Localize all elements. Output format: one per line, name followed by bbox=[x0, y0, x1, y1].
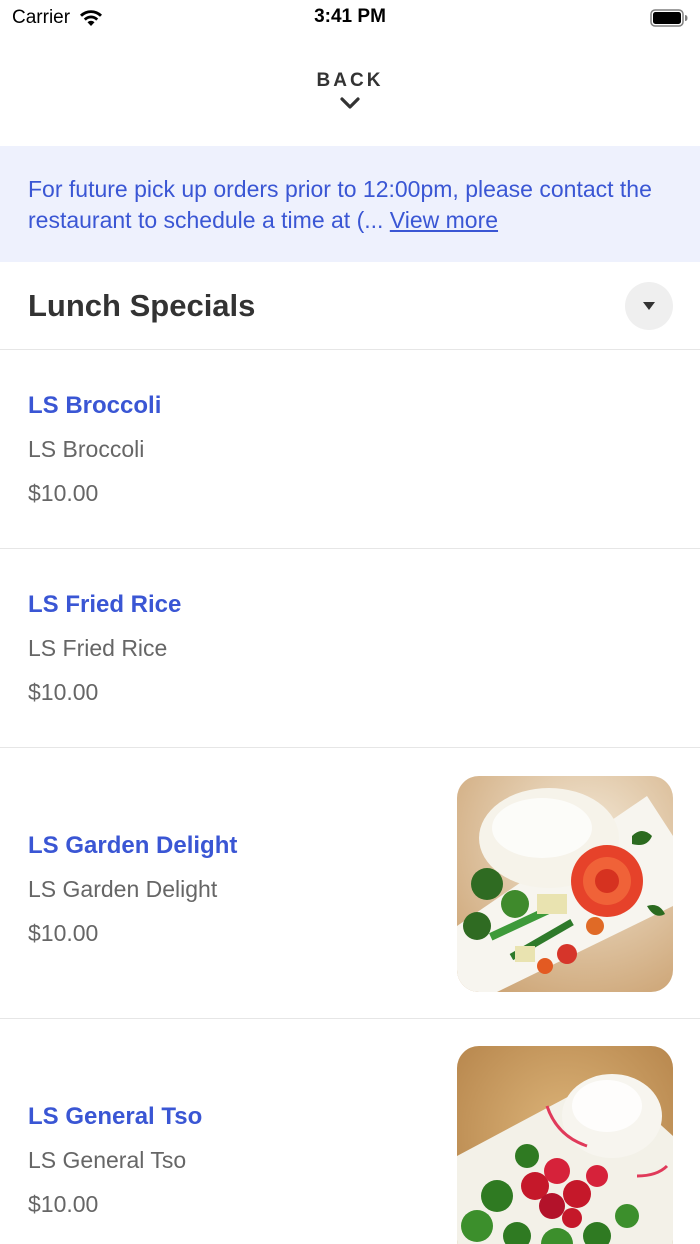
food-photo-general-tso bbox=[457, 1046, 673, 1244]
notice-text: For future pick up orders prior to 12:00… bbox=[28, 174, 672, 236]
notice-message: For future pick up orders prior to 12:00… bbox=[28, 176, 652, 233]
item-description: LS General Tso bbox=[28, 1147, 187, 1173]
chevron-down-icon bbox=[340, 97, 360, 109]
item-description: LS Garden Delight bbox=[28, 876, 218, 902]
back-button[interactable]: BACK bbox=[0, 70, 700, 115]
battery-icon bbox=[650, 9, 688, 27]
food-photo-garden-delight bbox=[457, 776, 673, 992]
section-header: Lunch Specials bbox=[0, 262, 700, 350]
item-description: LS Fried Rice bbox=[28, 635, 168, 661]
menu-item[interactable]: LS Garden Delight LS Garden Delight $10.… bbox=[0, 748, 700, 1019]
item-name: LS General Tso bbox=[28, 1103, 203, 1130]
item-price: $10.00 bbox=[28, 679, 99, 705]
item-name: LS Garden Delight bbox=[28, 832, 238, 859]
general-tso-photo-icon bbox=[457, 1046, 673, 1244]
garden-delight-photo-icon bbox=[457, 776, 673, 992]
notice-banner: For future pick up orders prior to 12:00… bbox=[0, 146, 700, 262]
menu-item[interactable]: LS Broccoli LS Broccoli $10.00 bbox=[0, 350, 700, 549]
view-more-link[interactable]: View more bbox=[390, 207, 498, 233]
item-name: LS Broccoli bbox=[28, 392, 162, 419]
back-label: BACK bbox=[316, 70, 384, 91]
section-toggle-button[interactable] bbox=[625, 282, 673, 330]
section-title: Lunch Specials bbox=[28, 288, 256, 323]
item-price: $10.00 bbox=[28, 1191, 99, 1217]
item-price: $10.00 bbox=[28, 920, 99, 946]
caret-down-icon bbox=[643, 302, 655, 310]
item-price: $10.00 bbox=[28, 480, 99, 506]
menu-item[interactable]: LS Fried Rice LS Fried Rice $10.00 bbox=[0, 549, 700, 748]
menu-item[interactable]: LS General Tso LS General Tso $10.00 bbox=[0, 1019, 700, 1244]
item-name: LS Fried Rice bbox=[28, 591, 182, 618]
item-description: LS Broccoli bbox=[28, 436, 145, 462]
clock: 3:41 PM bbox=[314, 6, 386, 27]
status-bar: Carrier 3:41 PM bbox=[0, 0, 700, 36]
